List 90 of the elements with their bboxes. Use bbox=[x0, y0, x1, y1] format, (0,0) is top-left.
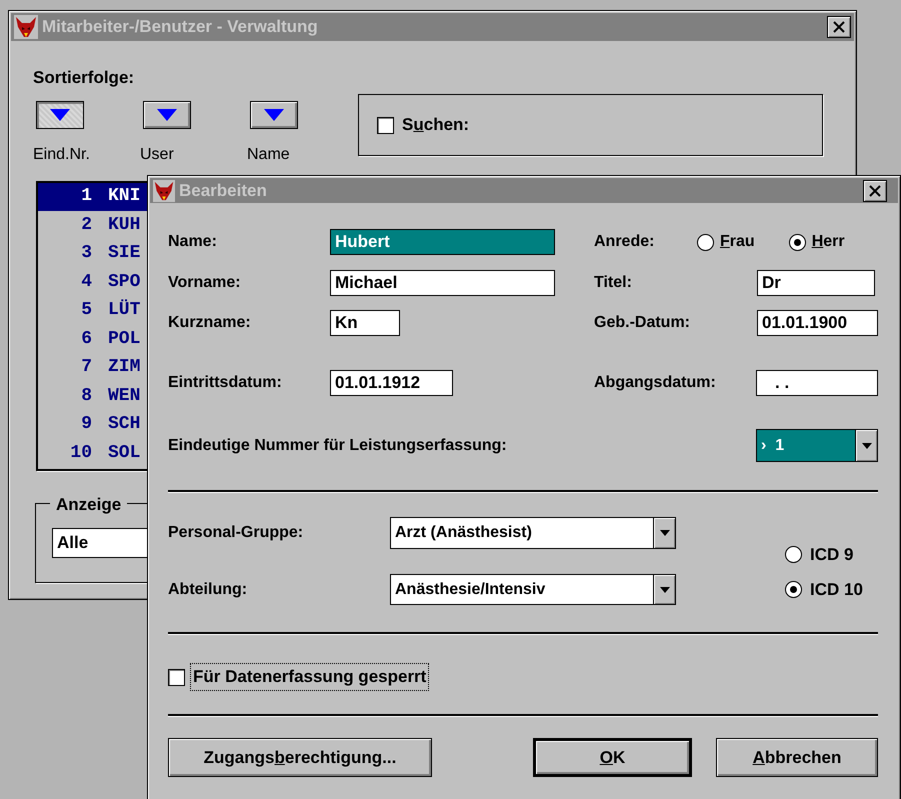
row-name: SIE bbox=[108, 242, 140, 266]
row-number: 4 bbox=[80, 270, 92, 294]
fox-icon bbox=[14, 15, 38, 39]
radio-label: ICD 10 bbox=[810, 578, 863, 601]
close-icon bbox=[868, 184, 882, 196]
text-field[interactable]: Michael bbox=[330, 270, 555, 296]
list-row[interactable]: 9 SCH bbox=[38, 410, 148, 439]
radio-button[interactable] bbox=[785, 546, 802, 563]
field-label: Eindeutige Nummer für Leistungserfassung: bbox=[168, 436, 507, 456]
down-triangle-icon bbox=[47, 108, 73, 120]
text-field[interactable]: Dr bbox=[757, 270, 875, 296]
sort-button[interactable] bbox=[250, 100, 298, 128]
text-field[interactable]: Kn bbox=[330, 310, 400, 336]
radio-button[interactable] bbox=[785, 581, 802, 598]
field-label: Geb.-Datum: bbox=[594, 313, 691, 333]
row-name: KUH bbox=[108, 214, 140, 237]
field-label: Titel: bbox=[594, 273, 633, 293]
list-row[interactable]: 5 LÜT bbox=[38, 296, 148, 325]
field-label: Abgangsdatum: bbox=[594, 373, 717, 393]
dropdown-field[interactable]: Arzt (Anästhesist) bbox=[390, 517, 676, 549]
row-name: WEN bbox=[108, 384, 140, 408]
down-triangle-icon bbox=[660, 586, 670, 592]
dropdown-arrow-button[interactable] bbox=[653, 575, 675, 604]
checkbox[interactable] bbox=[377, 116, 394, 134]
list-row[interactable]: 4 SPO bbox=[38, 268, 148, 296]
checkbox-label: Suchen: bbox=[402, 114, 470, 136]
dropdown-arrow-button[interactable] bbox=[653, 518, 675, 548]
dropdown-arrow-button[interactable] bbox=[855, 430, 877, 461]
field-label: Abteilung: bbox=[168, 580, 248, 600]
row-name: SCH bbox=[108, 413, 140, 436]
text-field[interactable]: 01.01.1912 bbox=[330, 370, 453, 396]
down-triangle-icon bbox=[660, 530, 670, 536]
dialog-button[interactable]: Abbrechen bbox=[716, 738, 878, 777]
row-name: SPO bbox=[108, 270, 140, 294]
sort-label: Name bbox=[247, 146, 290, 162]
field-label: Name: bbox=[168, 232, 218, 252]
row-number: 9 bbox=[80, 413, 92, 436]
radio-label: Frau bbox=[720, 232, 755, 252]
row-number: 7 bbox=[80, 356, 92, 380]
radio-label: Herr bbox=[812, 232, 845, 252]
sort-label: Eind.Nr. bbox=[33, 146, 90, 162]
row-name: LÜT bbox=[108, 298, 140, 322]
radio-button[interactable] bbox=[788, 234, 806, 250]
down-triangle-icon bbox=[261, 108, 287, 120]
row-number: 6 bbox=[80, 328, 92, 351]
field-label: Personal-Gruppe: bbox=[168, 523, 304, 543]
dropdown-field[interactable]: › 1 bbox=[756, 429, 878, 462]
list-row[interactable]: 8 WEN bbox=[38, 382, 148, 410]
sort-button[interactable] bbox=[143, 100, 191, 128]
list-row[interactable]: 7 ZIM bbox=[38, 354, 148, 382]
text-field[interactable]: . . bbox=[756, 370, 878, 396]
radio-label: ICD 9 bbox=[810, 544, 854, 566]
dialog-button[interactable]: Zugangsberechtigung... bbox=[168, 738, 432, 777]
list-row[interactable]: 2 KUH bbox=[38, 211, 148, 240]
radio-button[interactable] bbox=[697, 234, 714, 250]
fox-icon bbox=[153, 180, 175, 202]
row-name: POL bbox=[108, 328, 140, 351]
down-triangle-icon bbox=[862, 442, 872, 448]
field-label: Eintrittsdatum: bbox=[168, 373, 283, 393]
checkbox[interactable] bbox=[168, 668, 185, 686]
row-number: 5 bbox=[80, 299, 92, 322]
list-row[interactable]: 1 KNI bbox=[38, 182, 148, 211]
down-triangle-icon bbox=[154, 108, 180, 120]
field-label: Vorname: bbox=[168, 273, 242, 293]
row-number: 8 bbox=[80, 384, 92, 408]
close-button[interactable] bbox=[863, 180, 887, 202]
row-number: 3 bbox=[80, 242, 92, 266]
row-name: SOL bbox=[108, 442, 140, 465]
row-name: ZIM bbox=[108, 356, 140, 380]
row-name: KNI bbox=[108, 185, 140, 208]
field-label: Anrede: bbox=[594, 232, 656, 252]
window-title: Mitarbeiter-/Benutzer - Verwaltung bbox=[42, 16, 318, 38]
sort-button[interactable] bbox=[36, 100, 84, 128]
row-number: 2 bbox=[80, 214, 92, 237]
text-field[interactable]: Hubert bbox=[330, 229, 555, 255]
close-button[interactable] bbox=[827, 16, 851, 38]
sort-label: User bbox=[140, 146, 174, 162]
field-label: Kurzname: bbox=[168, 313, 252, 333]
dialog-button[interactable]: OK bbox=[533, 738, 692, 777]
row-number: 1 bbox=[80, 185, 92, 208]
checkbox-label: Für Datenerfassung gesperrt bbox=[191, 664, 428, 690]
text-field[interactable]: 01.01.1900 bbox=[757, 310, 878, 336]
close-icon bbox=[832, 21, 846, 33]
row-number: 10 bbox=[69, 442, 92, 465]
list-row[interactable]: 6 POL bbox=[38, 325, 148, 354]
window-title: Bearbeiten bbox=[179, 180, 267, 202]
list-row[interactable]: 10 SOL bbox=[38, 439, 148, 468]
sort-label: Sortierfolge: bbox=[33, 67, 136, 89]
list-row[interactable]: 3 SIE bbox=[38, 240, 148, 268]
dropdown-field[interactable]: Anästhesie/Intensiv bbox=[390, 574, 676, 605]
